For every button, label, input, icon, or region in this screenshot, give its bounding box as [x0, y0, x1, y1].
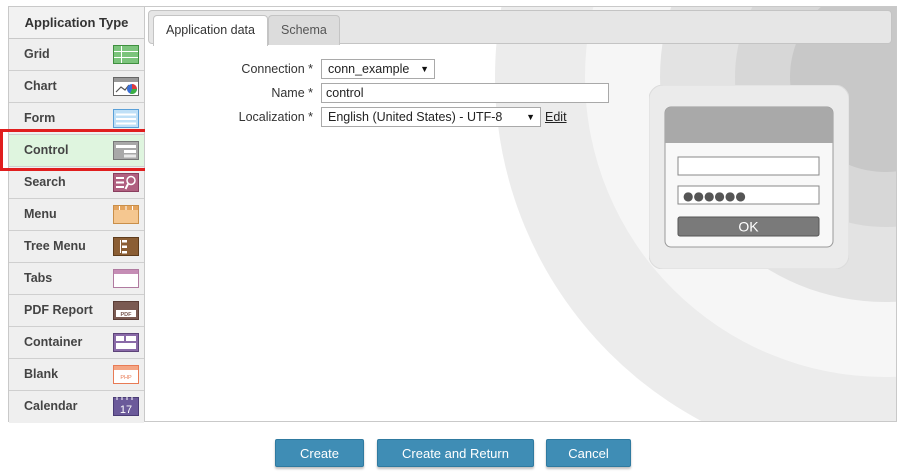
menu-icon: [113, 205, 139, 224]
sidebar-item-grid[interactable]: Grid: [9, 39, 144, 71]
edit-localization-link[interactable]: Edit: [545, 110, 567, 124]
control-icon: [113, 141, 139, 160]
sidebar-item-pdf-report[interactable]: PDF Report PDF: [9, 295, 144, 327]
svg-text:●●●●●●: ●●●●●●: [683, 189, 746, 203]
sidebar-item-label: Container: [24, 335, 83, 349]
create-button[interactable]: Create: [275, 439, 364, 467]
main-panel: Application data Schema Connection * con…: [145, 6, 897, 422]
container-icon: [113, 333, 139, 352]
sidebar-item-label: Control: [24, 143, 69, 157]
calendar-icon: 17: [113, 397, 139, 416]
sidebar-item-label: Tree Menu: [24, 239, 86, 253]
localization-select[interactable]: English (United States) - UTF-8 ▼: [321, 107, 541, 127]
sidebar-header: Application Type: [9, 7, 144, 39]
grid-icon: [113, 45, 139, 64]
localization-value: English (United States) - UTF-8: [328, 110, 503, 124]
blank-icon: PHP: [113, 365, 139, 384]
svg-text:PHP: PHP: [120, 375, 132, 381]
sidebar-item-container[interactable]: Container: [9, 327, 144, 359]
sidebar-item-label: Blank: [24, 367, 59, 381]
svg-text:17: 17: [120, 404, 132, 416]
localization-label: Localization *: [238, 110, 313, 124]
sidebar-item-tabs[interactable]: Tabs: [9, 263, 144, 295]
sidebar-item-label: Search: [24, 175, 66, 189]
tab-bar: Application data Schema: [148, 10, 892, 46]
sidebar-item-label: Tabs: [24, 271, 53, 285]
tabs-icon: [113, 269, 139, 288]
sidebar-item-search[interactable]: Search: [9, 167, 144, 199]
dropdown-arrow-icon: ▼: [526, 112, 535, 122]
connection-label: Connection *: [241, 62, 313, 76]
sidebar-item-label: Grid: [24, 47, 50, 61]
tab-application-data[interactable]: Application data: [153, 15, 268, 46]
sidebar-item-control[interactable]: Control: [9, 135, 144, 167]
sidebar-item-label: Calendar: [24, 399, 78, 413]
pdf-report-icon: PDF: [113, 301, 139, 320]
name-label: Name *: [271, 86, 313, 100]
application-type-sidebar: Application Type Grid Chart Form Control…: [8, 6, 145, 423]
dropdown-arrow-icon: ▼: [420, 64, 429, 74]
sidebar-item-label: Form: [24, 111, 56, 125]
sidebar-item-calendar[interactable]: Calendar 17: [9, 391, 144, 423]
sidebar-item-menu[interactable]: Menu: [9, 199, 144, 231]
sidebar-item-label: PDF Report: [24, 303, 93, 317]
connection-value: conn_example: [328, 62, 410, 76]
chart-icon: [113, 77, 139, 96]
sidebar-item-tree-menu[interactable]: Tree Menu: [9, 231, 144, 263]
tab-schema[interactable]: Schema: [268, 15, 340, 45]
svg-text:PDF: PDF: [121, 312, 133, 318]
name-input[interactable]: [321, 83, 609, 103]
connection-select[interactable]: conn_example ▼: [321, 59, 435, 79]
svg-text:OK: OK: [738, 219, 759, 235]
create-and-return-button[interactable]: Create and Return: [377, 439, 534, 467]
form-icon: [113, 109, 139, 128]
search-icon: [113, 173, 139, 192]
tree-menu-icon: [113, 237, 139, 256]
cancel-button[interactable]: Cancel: [546, 439, 631, 467]
sidebar-item-chart[interactable]: Chart: [9, 71, 144, 103]
sidebar-item-label: Chart: [24, 79, 57, 93]
sidebar-item-label: Menu: [24, 207, 57, 221]
sidebar-item-blank[interactable]: Blank PHP: [9, 359, 144, 391]
control-illustration: ●●●●●● OK: [649, 85, 849, 269]
sidebar-item-form[interactable]: Form: [9, 103, 144, 135]
